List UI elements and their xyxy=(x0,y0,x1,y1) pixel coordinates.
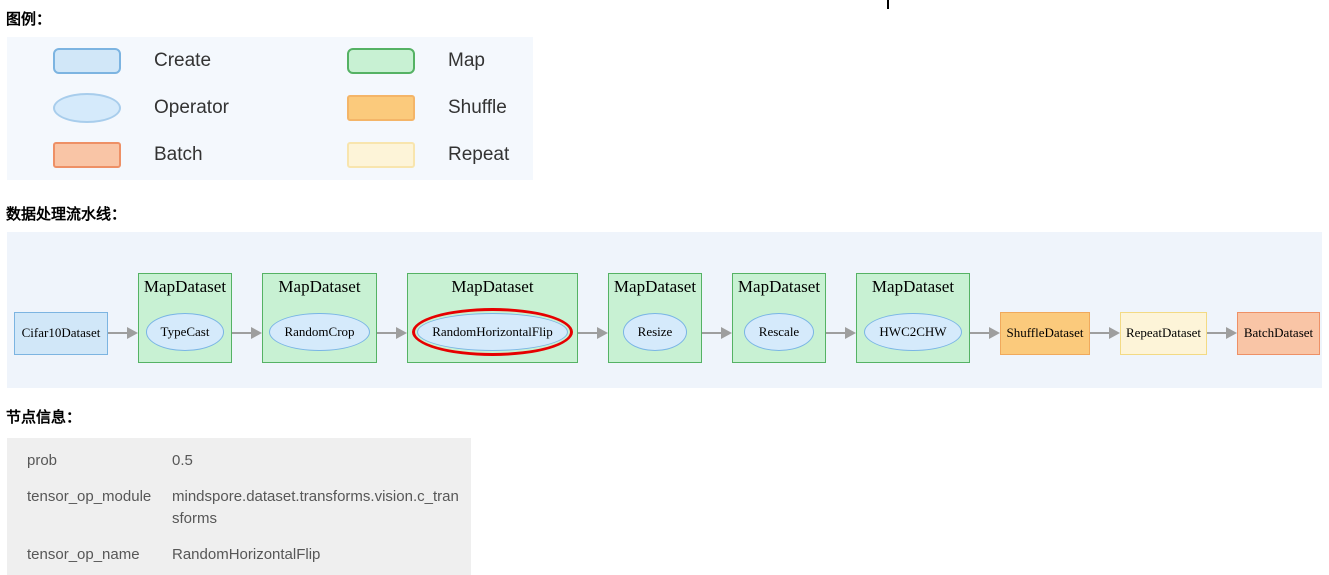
legend-item-shuffle: Shuffle xyxy=(301,95,533,121)
operator-node-resize[interactable]: Resize xyxy=(623,313,688,351)
table-row: tensor_op_name RandomHorizontalFlip xyxy=(7,537,471,573)
flow-arrow xyxy=(1090,327,1120,339)
pipeline-node-mapdataset[interactable]: MapDataset RandomCrop xyxy=(262,273,377,363)
pipeline-node-repeatdataset[interactable]: RepeatDataset xyxy=(1120,312,1207,355)
flow-arrow xyxy=(232,327,262,339)
table-row: tensor_op_module mindspore.dataset.trans… xyxy=(7,479,471,537)
table-row: prob 0.5 xyxy=(7,443,471,479)
flow-arrow xyxy=(377,327,407,339)
legend-label: Operator xyxy=(154,97,229,119)
operator-node-randomhorizontalflip[interactable]: RandomHorizontalFlip xyxy=(417,313,568,351)
pipeline-node-mapdataset-selected[interactable]: MapDataset RandomHorizontalFlip xyxy=(407,273,578,363)
create-swatch-icon xyxy=(53,48,121,74)
pipeline-node-mapdataset[interactable]: MapDataset Resize xyxy=(608,273,702,363)
flow-arrow xyxy=(578,327,608,339)
info-value: 0.5 xyxy=(172,450,460,472)
repeat-swatch-icon xyxy=(347,142,415,168)
operator-swatch-icon xyxy=(53,93,121,123)
info-value: RandomHorizontalFlip xyxy=(172,544,460,566)
legend-label: Batch xyxy=(154,144,203,166)
operator-ring: HWC2CHW xyxy=(859,308,966,356)
legend-item-operator: Operator xyxy=(7,93,301,123)
map-node-title: MapDataset xyxy=(139,274,231,298)
legend-panel: Create Map Operator Shuffle Batch Repeat xyxy=(7,37,533,180)
pipeline-node-mapdataset[interactable]: MapDataset HWC2CHW xyxy=(856,273,970,363)
map-node-title: MapDataset xyxy=(609,274,701,298)
info-key: tensor_op_module xyxy=(27,486,153,530)
legend-label: Map xyxy=(448,50,485,72)
legend-label: Repeat xyxy=(448,144,509,166)
legend-title: 图例： xyxy=(6,8,51,29)
info-value: mindspore.dataset.transforms.vision.c_tr… xyxy=(172,486,460,530)
shuffle-swatch-icon xyxy=(347,95,415,121)
map-node-title: MapDataset xyxy=(263,274,376,298)
legend-item-create: Create xyxy=(7,48,301,74)
operator-node-typecast[interactable]: TypeCast xyxy=(146,313,225,351)
legend-item-map: Map xyxy=(301,48,533,74)
pipeline-node-mapdataset[interactable]: MapDataset TypeCast xyxy=(138,273,232,363)
pipeline-node-mapdataset[interactable]: MapDataset Rescale xyxy=(732,273,826,363)
map-swatch-icon xyxy=(347,48,415,74)
pipeline-node-shuffledataset[interactable]: ShuffleDataset xyxy=(1000,312,1090,355)
operator-ring: TypeCast xyxy=(141,308,230,356)
legend-label: Create xyxy=(154,50,211,72)
pipeline-title: 数据处理流水线： xyxy=(6,203,126,224)
flow-arrow xyxy=(702,327,732,339)
operator-ring: Resize xyxy=(618,308,693,356)
pipeline-node-batchdataset[interactable]: BatchDataset xyxy=(1237,312,1320,355)
map-node-title: MapDataset xyxy=(733,274,825,298)
pipeline-node-cifar10dataset[interactable]: Cifar10Dataset xyxy=(14,312,108,355)
node-info-title: 节点信息： xyxy=(6,406,81,427)
pipeline-canvas[interactable]: Cifar10Dataset MapDataset TypeCast MapDa… xyxy=(7,232,1322,388)
operator-ring: Rescale xyxy=(739,308,819,356)
info-key: tensor_op_name xyxy=(27,544,153,566)
flow-arrow xyxy=(826,327,856,339)
operator-ring: RandomCrop xyxy=(264,308,374,356)
flow-arrow xyxy=(970,327,1000,339)
map-node-title: MapDataset xyxy=(408,274,577,298)
batch-swatch-icon xyxy=(53,142,121,168)
operator-node-hwc2chw[interactable]: HWC2CHW xyxy=(864,313,961,351)
node-info-table: prob 0.5 tensor_op_module mindspore.data… xyxy=(7,438,471,575)
info-key: prob xyxy=(27,450,153,472)
legend-label: Shuffle xyxy=(448,97,507,119)
legend-item-repeat: Repeat xyxy=(301,142,533,168)
map-node-title: MapDataset xyxy=(857,274,969,298)
operator-node-rescale[interactable]: Rescale xyxy=(744,313,814,351)
flow-arrow xyxy=(1207,327,1237,339)
flow-arrow xyxy=(108,327,138,339)
text-cursor-artifact xyxy=(887,0,889,9)
selection-highlight-ring: RandomHorizontalFlip xyxy=(412,308,573,356)
legend-item-batch: Batch xyxy=(7,142,301,168)
operator-node-randomcrop[interactable]: RandomCrop xyxy=(269,313,369,351)
